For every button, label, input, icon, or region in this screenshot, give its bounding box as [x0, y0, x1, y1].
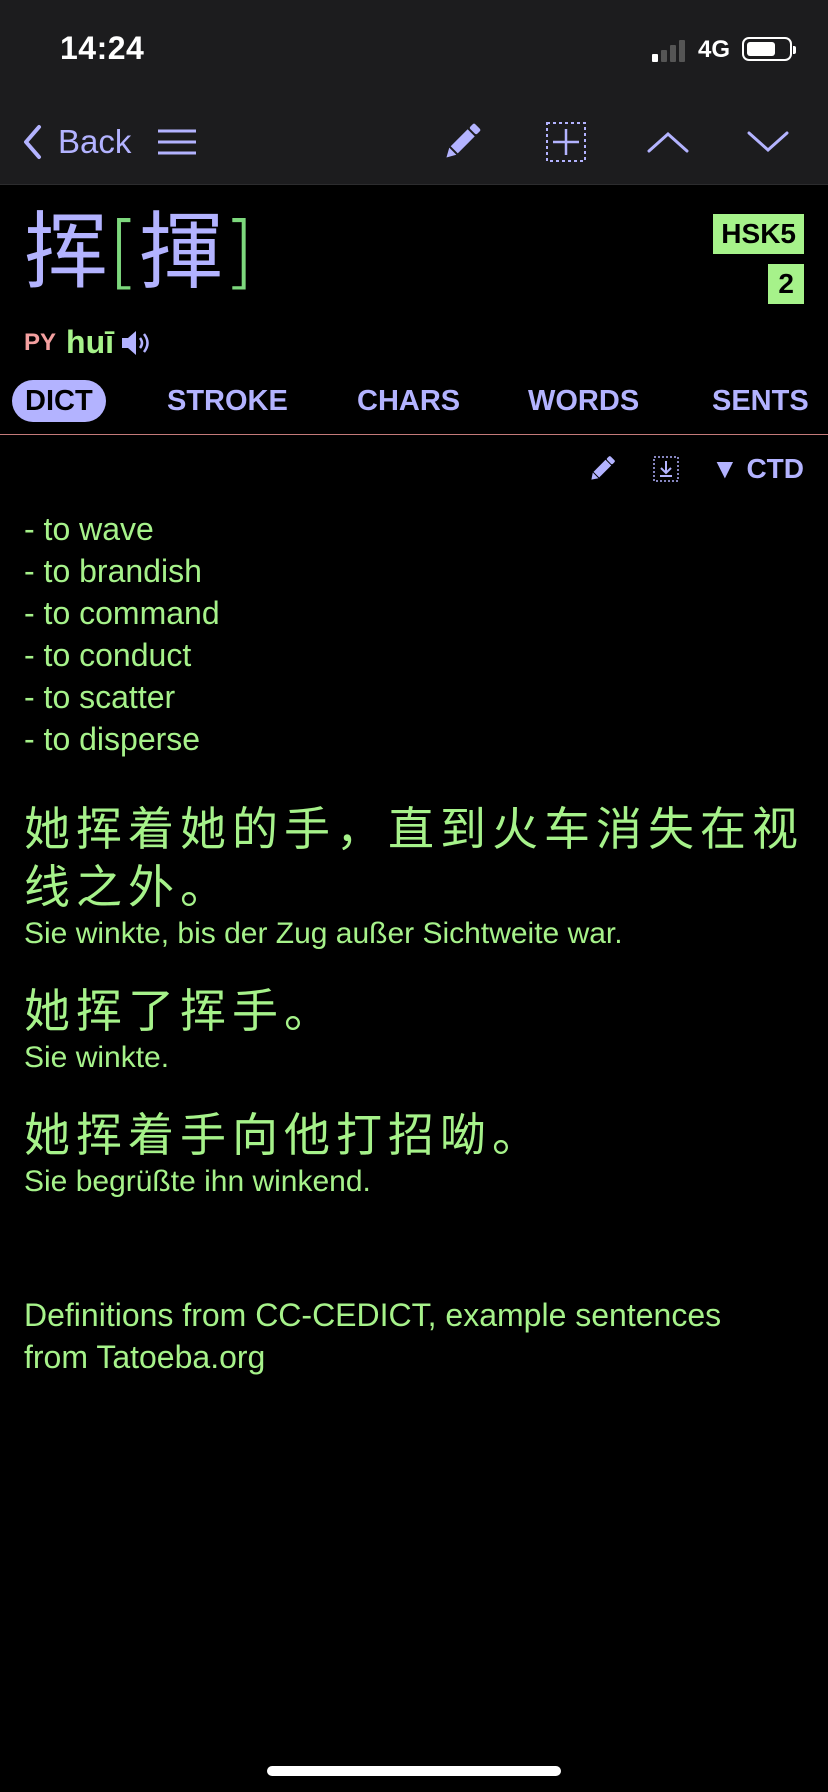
sentence-translation: Sie winkte. — [24, 1041, 170, 1074]
bracket-open: [ — [108, 205, 140, 298]
sentence-chinese: 她挥着她的手，直到火车消失在视线之外。 — [24, 802, 804, 914]
previous-entry-button[interactable] — [642, 116, 694, 168]
pinyin-label: PY — [24, 328, 57, 356]
next-entry-button[interactable] — [742, 116, 794, 168]
pencil-icon — [591, 456, 615, 480]
frequency-badge: 2 — [768, 264, 804, 304]
battery-icon — [742, 37, 796, 61]
edit-button[interactable] — [436, 116, 488, 168]
edit-definition-button[interactable] — [585, 452, 619, 486]
definitions-list: - to wave - to brandish - to command - t… — [24, 508, 220, 760]
download-box-icon — [653, 456, 679, 482]
pencil-icon — [446, 123, 481, 158]
sentence-item[interactable]: 她挥了挥手。 Sie winkte. — [24, 982, 814, 1076]
import-definition-button[interactable] — [649, 452, 683, 486]
sentence-item[interactable]: 她挥着她的手，直到火车消失在视线之外。 Sie winkte, bis der … — [24, 800, 814, 952]
sentence-translation: Sie begrüßte ihn winkend. — [24, 1165, 371, 1198]
status-bar: 14:24 4G — [0, 0, 828, 100]
home-indicator[interactable] — [267, 1766, 561, 1776]
chevron-up-icon — [647, 131, 689, 153]
hsk-level-badge: HSK5 — [713, 214, 804, 254]
definition-item: - to disperse — [24, 721, 201, 757]
navigation-bar: Back — [0, 100, 828, 185]
add-box-icon — [546, 122, 586, 162]
example-sentences: 她挥着她的手，直到火车消失在视线之外。 Sie winkte, bis der … — [24, 800, 814, 1230]
definition-item: - to command — [24, 595, 220, 631]
definition-item: - to brandish — [24, 553, 202, 589]
tab-sents[interactable]: SENTS — [712, 380, 809, 422]
headword: 挥 [ 揮 ] — [24, 210, 254, 294]
menu-icon[interactable] — [156, 128, 198, 156]
chevron-down-icon — [747, 131, 789, 153]
tab-words[interactable]: WORDS — [528, 380, 639, 422]
attribution-text: Definitions from CC-CEDICT, example sent… — [24, 1297, 722, 1375]
add-to-list-button[interactable] — [540, 116, 592, 168]
chevron-left-icon — [24, 125, 41, 159]
traditional-character[interactable]: 揮 — [139, 210, 223, 294]
back-button[interactable]: Back — [22, 120, 131, 164]
tab-chars[interactable]: CHARS — [357, 380, 460, 422]
status-time: 14:24 — [60, 30, 145, 66]
tab-bar: DICT STROKE CHARS WORDS SENTS — [0, 374, 828, 435]
cellular-signal-icon — [652, 38, 686, 62]
sentence-chinese: 她挥着手向他打招呦。 — [24, 1108, 544, 1162]
definition-item: - to conduct — [24, 637, 192, 673]
simplified-character[interactable]: 挥 — [24, 210, 108, 294]
definition-item: - to wave — [24, 511, 154, 547]
back-label: Back — [58, 123, 132, 160]
network-type: 4G — [698, 36, 731, 63]
sentence-chinese: 她挥了挥手。 — [24, 984, 336, 1038]
bracket-close: ] — [223, 205, 255, 298]
speaker-icon[interactable] — [120, 328, 154, 358]
tab-dict[interactable]: DICT — [12, 380, 106, 422]
dict-toolbar: ▼ CTD — [555, 452, 804, 486]
definition-item: - to scatter — [24, 679, 176, 715]
tab-stroke[interactable]: STROKE — [167, 380, 288, 422]
sentence-translation: Sie winkte, bis der Zug außer Sichtweite… — [24, 917, 623, 950]
dictionary-source-selector[interactable]: ▼ CTD — [711, 453, 804, 485]
pinyin-reading: huī — [66, 324, 114, 360]
pinyin-row: PY huī — [24, 324, 154, 361]
sentence-item[interactable]: 她挥着手向他打招呦。 Sie begrüßte ihn winkend. — [24, 1106, 814, 1200]
